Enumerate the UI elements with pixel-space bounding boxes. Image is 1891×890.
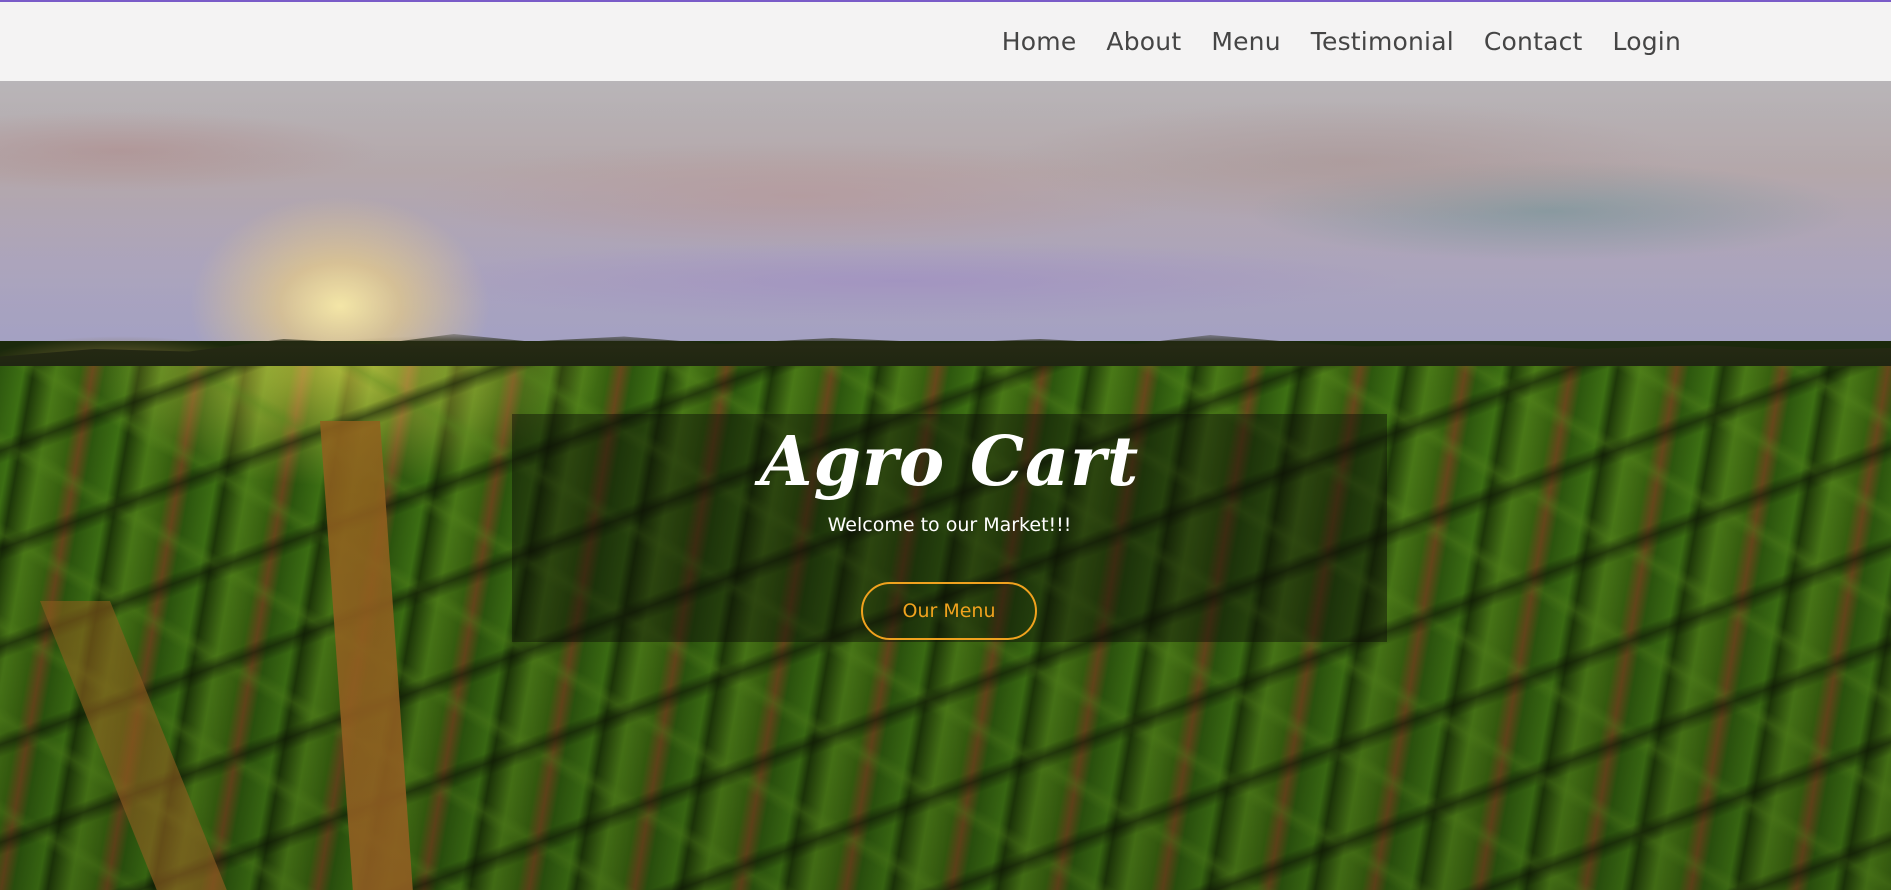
hero-section: Agro Cart Welcome to our Market!!! Our M… (0, 81, 1891, 890)
hero-overlay-box: Agro Cart Welcome to our Market!!! Our M… (512, 414, 1387, 642)
navbar: Home About Menu Testimonial Contact Logi… (0, 0, 1891, 81)
page: Home About Menu Testimonial Contact Logi… (0, 0, 1891, 890)
nav-link-home[interactable]: Home (1002, 27, 1077, 56)
nav-link-testimonial[interactable]: Testimonial (1311, 27, 1454, 56)
nav-link-login[interactable]: Login (1613, 27, 1681, 56)
our-menu-button[interactable]: Our Menu (861, 582, 1037, 640)
nav-link-contact[interactable]: Contact (1484, 27, 1583, 56)
nav-link-about[interactable]: About (1106, 27, 1181, 56)
brand-title: Agro Cart (759, 422, 1140, 502)
nav-menu: Home About Menu Testimonial Contact Logi… (972, 2, 1681, 81)
nav-link-menu[interactable]: Menu (1211, 27, 1280, 56)
hero-tagline: Welcome to our Market!!! (827, 514, 1072, 536)
